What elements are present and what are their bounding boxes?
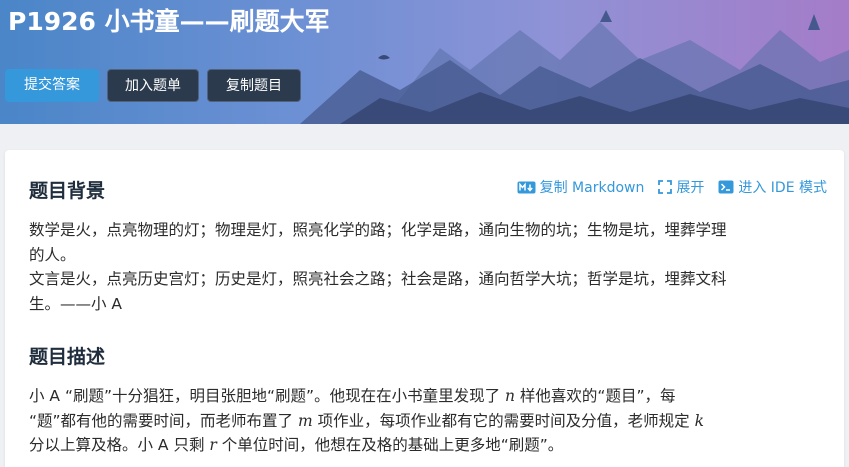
copy-markdown-label: 复制 Markdown <box>539 180 645 196</box>
background-line: 的人。 <box>29 245 76 264</box>
text-run: 个单位时间，他想在及格的基础上更多地“刷题”。 <box>216 436 564 454</box>
expand-link[interactable]: 展开 <box>658 177 704 197</box>
submit-button[interactable]: 提交答案 <box>5 69 99 102</box>
action-bar: 提交答案 加入题单 复制题目 <box>5 69 301 102</box>
page-title: P1926 小书童——刷题大军 <box>8 7 330 36</box>
background-text: 数学是火，点亮物理的灯；物理是灯，照亮化学的路；化学是路，通向生物的坑；生物是坑… <box>29 218 829 316</box>
background-line: 生。——小 A <box>29 294 123 313</box>
text-run: “题”都有他的需要时间，而老师布置了 <box>29 411 298 430</box>
description-line: 小 A “刷题”十分猖狂，明目张胆地“刷题”。他现在在小书童里发现了 n 样他喜… <box>29 384 829 409</box>
terminal-icon <box>718 180 734 194</box>
text-run: 项作业，每项作业都有它的需要时间及分值，老师规定 <box>312 411 695 430</box>
content-toolbar: 复制 Markdown 展开 进入 IDE 模式 <box>517 177 827 197</box>
text-run: 分以上算及格。小 A 只剩 <box>29 436 210 454</box>
ide-mode-label: 进入 IDE 模式 <box>738 180 827 196</box>
markdown-icon <box>517 181 536 193</box>
description-text: 小 A “刷题”十分猖狂，明目张胆地“刷题”。他现在在小书童里发现了 n 样他喜… <box>29 384 829 458</box>
expand-icon <box>658 180 673 194</box>
description-line: “题”都有他的需要时间，而老师布置了 m 项作业，每项作业都有它的需要时间及分值… <box>29 409 829 434</box>
background-heading: 题目背景 <box>29 180 106 202</box>
problem-card: 题目背景 复制 Markdown 展开 进入 IDE 模式 数学是火，点亮物理的… <box>5 150 844 467</box>
math-var-r: r <box>209 436 217 454</box>
description-line: 分以上算及格。小 A 只剩 r 个单位时间，他想在及格的基础上更多地“刷题”。 <box>29 433 829 458</box>
background-line: 数学是火，点亮物理的灯；物理是灯，照亮化学的路；化学是路，通向生物的坑；生物是坑… <box>29 221 727 239</box>
add-to-list-button[interactable]: 加入题单 <box>107 69 199 102</box>
copy-problem-button[interactable]: 复制题目 <box>207 69 301 102</box>
copy-markdown-link[interactable]: 复制 Markdown <box>517 177 645 197</box>
text-run: 样他喜欢的“题目”，每 <box>515 387 676 405</box>
math-var-k: k <box>694 411 704 430</box>
ide-mode-link[interactable]: 进入 IDE 模式 <box>718 177 827 197</box>
math-var-n: n <box>505 387 515 405</box>
text-run: 小 A “刷题”十分猖狂，明目张胆地“刷题”。他现在在小书童里发现了 <box>29 387 506 405</box>
expand-label: 展开 <box>676 180 705 196</box>
background-line: 文言是火，点亮历史宫灯；历史是灯，照亮社会之路；社会是路，通向哲学大坑；哲学是坑… <box>29 270 727 288</box>
header-banner: P1926 小书童——刷题大军 提交答案 加入题单 复制题目 <box>0 0 849 124</box>
description-heading: 题目描述 <box>29 346 106 368</box>
math-var-m: m <box>298 411 313 430</box>
